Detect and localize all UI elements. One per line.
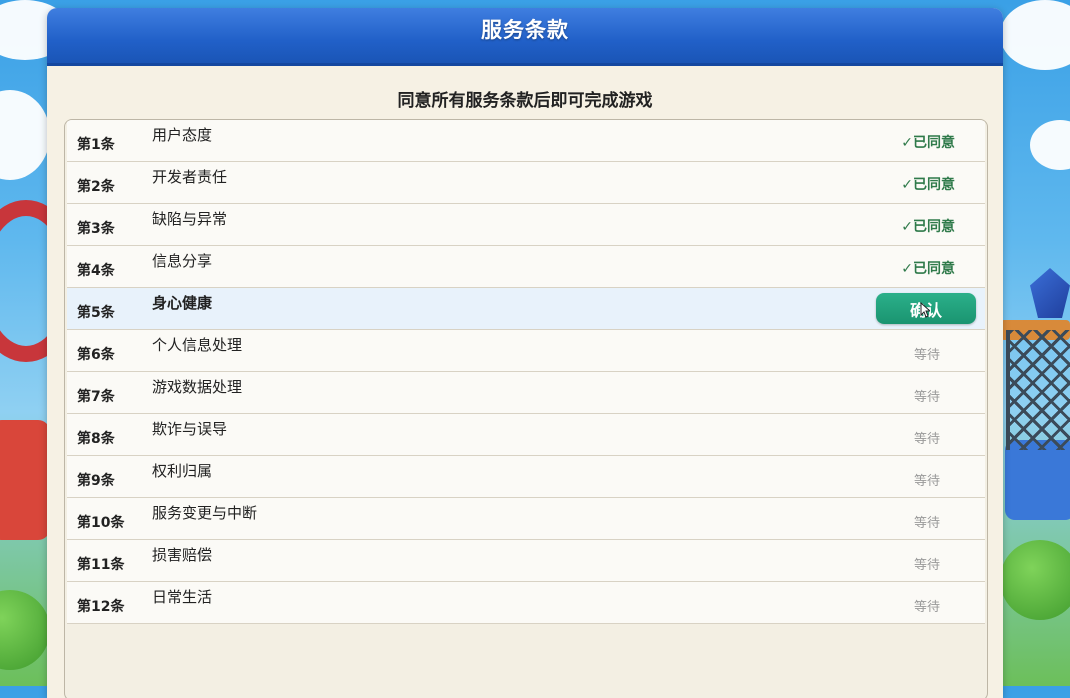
background-tower <box>1006 330 1070 450</box>
background-cloud <box>0 90 50 180</box>
background-bush <box>0 590 50 670</box>
background-slide <box>0 420 50 540</box>
mouse-cursor-icon <box>920 302 930 318</box>
term-row-8: 第8条 欺诈与误导 等待 <box>67 414 985 456</box>
term-number: 第5条 <box>77 305 115 321</box>
term-title: 游戏数据处理 <box>152 378 243 396</box>
term-number: 第4条 <box>77 263 115 279</box>
term-title: 损害赔偿 <box>152 546 213 564</box>
waiting-status: 等待 <box>913 516 940 531</box>
term-row-4: 第4条 信息分享 ✓已同意 <box>67 246 985 288</box>
term-title: 信息分享 <box>152 252 213 270</box>
term-row-11: 第11条 损害赔偿 等待 <box>67 540 985 582</box>
dialog-header: 服务条款 <box>47 8 1003 66</box>
agreed-status: ✓已同意 <box>901 177 955 193</box>
term-number: 第1条 <box>77 137 115 153</box>
term-title: 用户态度 <box>152 126 213 144</box>
term-row-2: 第2条 开发者责任 ✓已同意 <box>67 162 985 204</box>
term-number: 第9条 <box>77 473 115 489</box>
term-title: 权利归属 <box>152 462 213 480</box>
term-number: 第7条 <box>77 389 115 405</box>
agreed-status: ✓已同意 <box>901 135 955 151</box>
term-title: 缺陷与异常 <box>152 210 228 228</box>
term-title: 欺诈与误导 <box>152 420 228 438</box>
term-row-7: 第7条 游戏数据处理 等待 <box>67 372 985 414</box>
background-cloud <box>1000 0 1070 70</box>
term-number: 第8条 <box>77 431 115 447</box>
background-bush <box>1000 540 1070 620</box>
term-title: 开发者责任 <box>152 168 228 186</box>
term-number: 第11条 <box>77 557 125 573</box>
term-title: 个人信息处理 <box>152 336 243 354</box>
waiting-status: 等待 <box>913 558 940 573</box>
agreed-status: ✓已同意 <box>901 261 955 277</box>
waiting-status: 等待 <box>913 432 940 447</box>
term-title: 日常生活 <box>152 588 213 606</box>
term-number: 第10条 <box>77 515 125 531</box>
term-number: 第12条 <box>77 599 125 615</box>
background-gem <box>1030 268 1070 318</box>
dialog-title: 服务条款 <box>481 18 569 42</box>
term-row-1: 第1条 用户态度 ✓已同意 <box>67 120 985 162</box>
dialog-subtitle: 同意所有服务条款后即可完成游戏 <box>397 91 653 111</box>
waiting-status: 等待 <box>913 390 940 405</box>
waiting-status: 等待 <box>913 348 940 363</box>
term-number: 第6条 <box>77 347 115 363</box>
term-row-12: 第12条 日常生活 等待 <box>67 582 985 624</box>
term-number: 第3条 <box>77 221 115 237</box>
terms-list: 第1条 用户态度 ✓已同意 第2条 开发者责任 ✓已同意 第3条 缺陷与异常 ✓… <box>64 119 988 698</box>
term-row-3: 第3条 缺陷与异常 ✓已同意 <box>67 204 985 246</box>
terms-dialog: 服务条款 同意所有服务条款后即可完成游戏 第1条 用户态度 ✓已同意 第2条 开… <box>47 8 1003 698</box>
term-number: 第2条 <box>77 179 115 195</box>
waiting-status: 等待 <box>913 600 940 615</box>
term-row-9: 第9条 权利归属 等待 <box>67 456 985 498</box>
term-row-6: 第6条 个人信息处理 等待 <box>67 330 985 372</box>
waiting-status: 等待 <box>913 474 940 489</box>
background-slide <box>1005 440 1070 520</box>
agreed-status: ✓已同意 <box>901 219 955 235</box>
term-title: 服务变更与中断 <box>152 504 258 522</box>
term-row-10: 第10条 服务变更与中断 等待 <box>67 498 985 540</box>
term-title: 身心健康 <box>152 294 213 312</box>
term-row-5: 第5条 身心健康 确认 <box>67 288 985 330</box>
background-cloud <box>1030 120 1070 170</box>
